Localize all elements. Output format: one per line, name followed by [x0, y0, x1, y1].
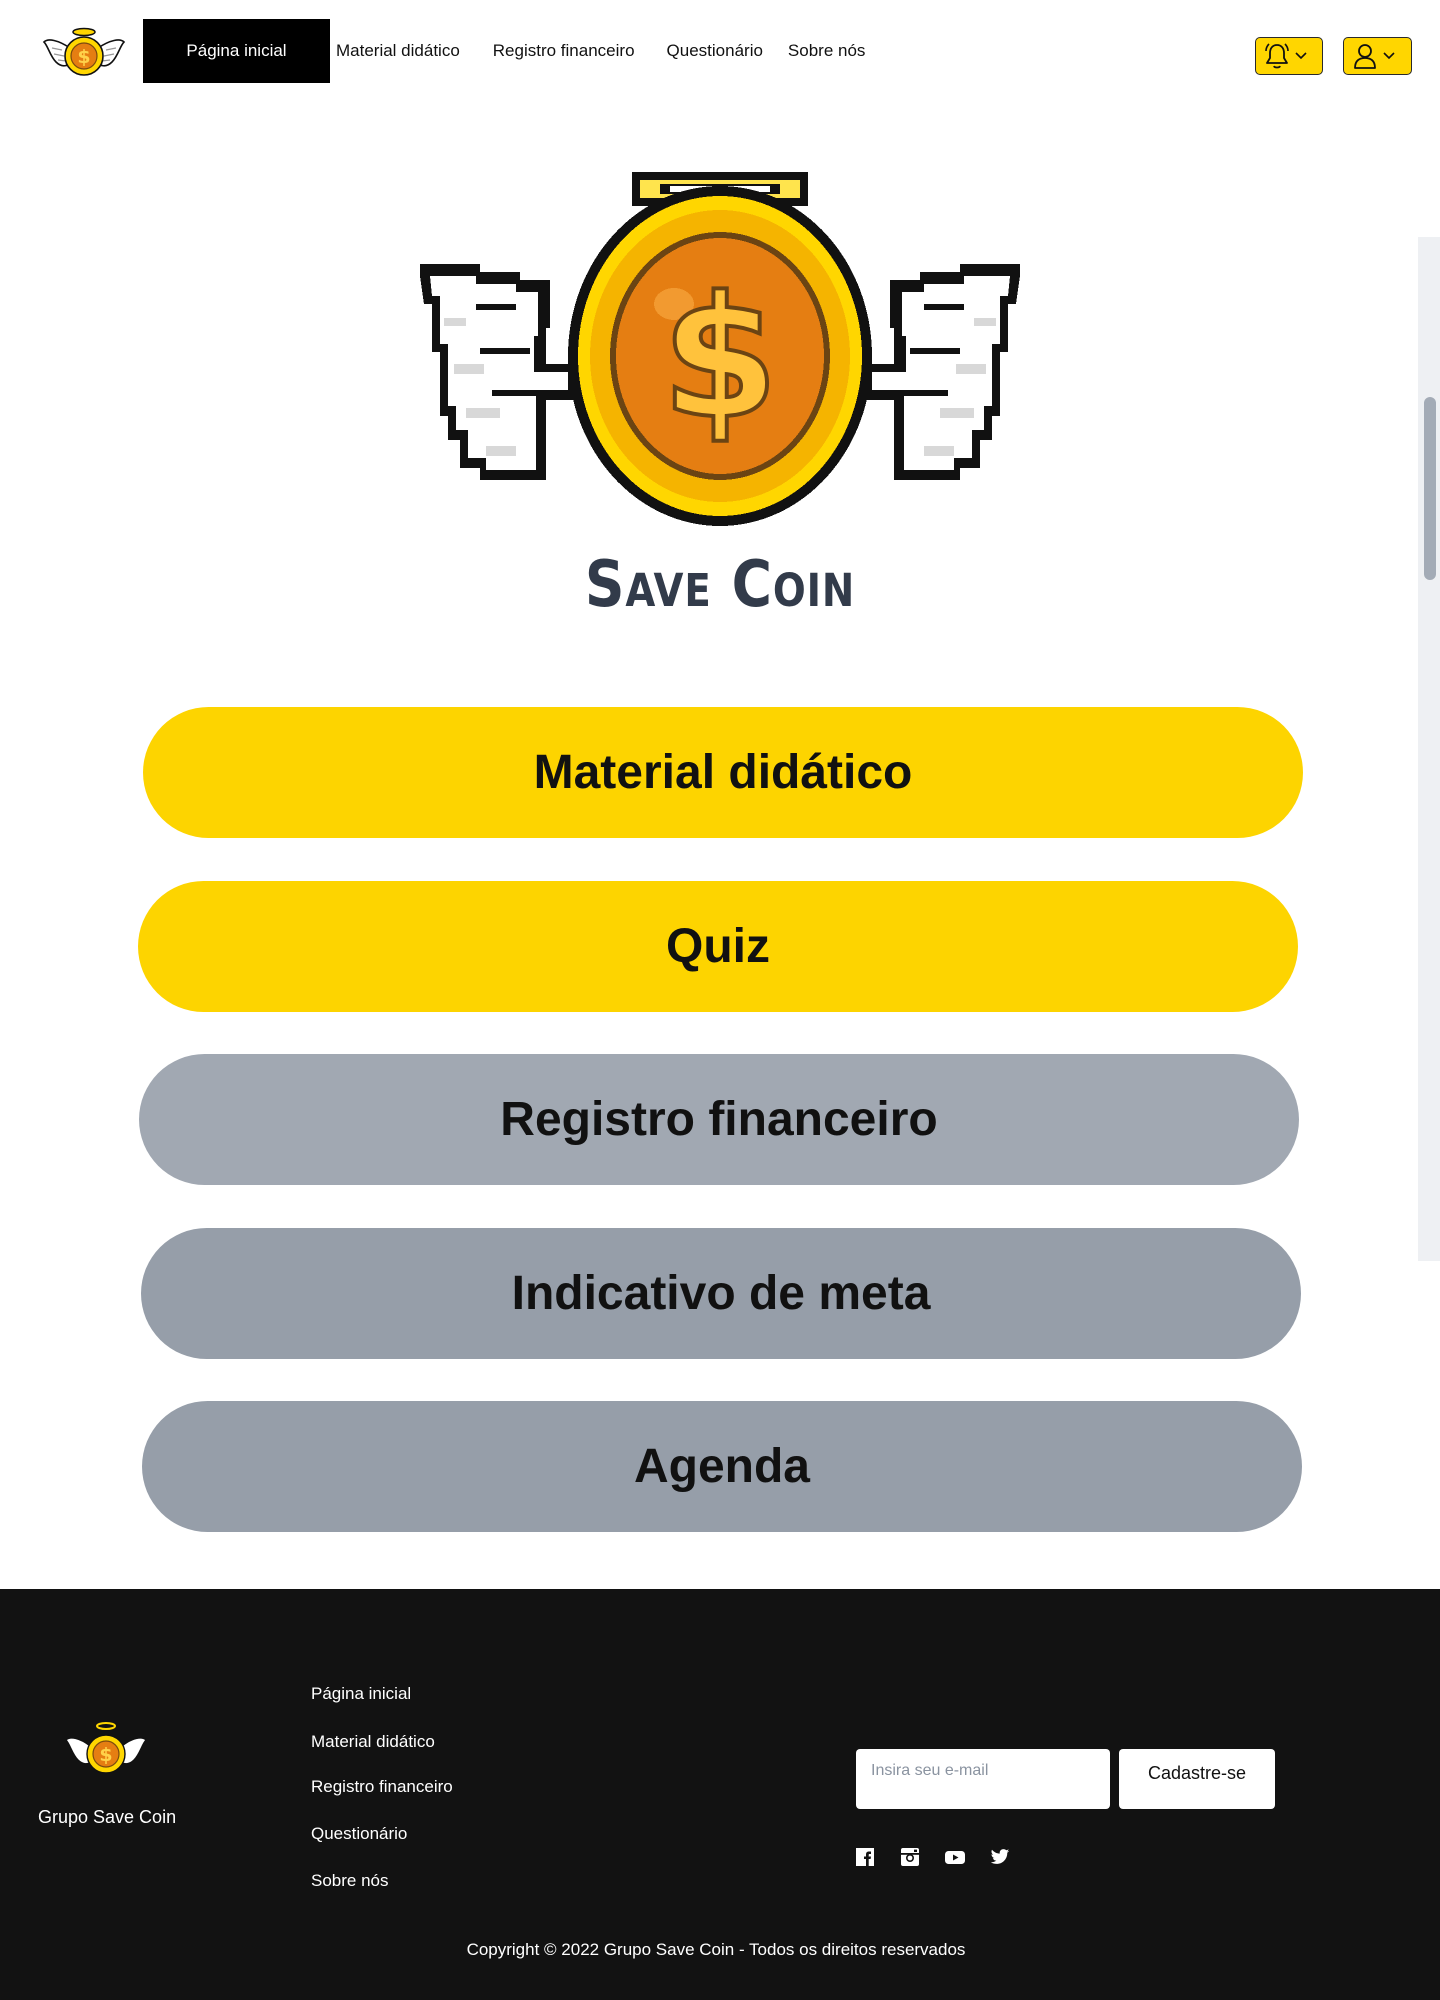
footer-link-material-didatico[interactable]: Material didático	[311, 1732, 453, 1777]
footer-link-sobre-nos[interactable]: Sobre nós	[311, 1871, 453, 1918]
nav-material-didatico[interactable]: Material didático	[336, 41, 460, 61]
profile-button[interactable]	[1343, 37, 1412, 75]
save-coin-logo-icon[interactable]: $	[42, 26, 126, 80]
social-links	[855, 1847, 1010, 1867]
svg-text:$: $	[662, 260, 779, 456]
twitter-icon[interactable]	[990, 1847, 1010, 1867]
footer-link-registro-financeiro[interactable]: Registro financeiro	[311, 1777, 453, 1824]
svg-text:$: $	[77, 46, 90, 68]
nav-questionario[interactable]: Questionário	[667, 41, 763, 61]
user-icon	[1354, 44, 1376, 69]
bell-icon	[1265, 43, 1289, 69]
agenda-button[interactable]: Agenda	[142, 1401, 1302, 1532]
nav-home[interactable]: Página inicial	[143, 19, 330, 83]
quiz-button[interactable]: Quiz	[138, 881, 1298, 1012]
winged-coin-halo-logo-icon: $	[420, 172, 1020, 526]
main-nav: Página inicial Material didático Registr…	[143, 19, 865, 83]
nav-registro-financeiro[interactable]: Registro financeiro	[493, 41, 635, 61]
email-input[interactable]	[856, 1749, 1110, 1809]
svg-text:$: $	[99, 1744, 112, 1766]
registro-financeiro-button[interactable]: Registro financeiro	[139, 1054, 1299, 1185]
footer-brand: Grupo Save Coin	[38, 1807, 177, 1827]
instagram-icon[interactable]	[900, 1847, 920, 1867]
scrollbar-thumb[interactable]	[1424, 397, 1436, 580]
site-footer: $ Grupo Save Coin Página inicial Materia…	[0, 1589, 1440, 2000]
footer-link-home[interactable]: Página inicial	[311, 1684, 453, 1732]
site-header: $ Página inicial Material didático Regis…	[0, 0, 1440, 100]
brand-title: Save Coin	[584, 548, 856, 622]
nav-sobre-nos[interactable]: Sobre nós	[788, 41, 866, 61]
signup-button[interactable]: Cadastre-se	[1119, 1749, 1275, 1809]
youtube-icon[interactable]	[945, 1847, 965, 1867]
save-coin-logo-icon[interactable]: $	[64, 1720, 148, 1780]
scrollbar-track[interactable]	[1418, 237, 1440, 1261]
facebook-icon[interactable]	[855, 1847, 875, 1867]
copyright-text: Copyright © 2022 Grupo Save Coin - Todos…	[466, 1940, 966, 1959]
chevron-down-icon	[1295, 52, 1307, 60]
footer-links: Página inicial Material didático Registr…	[311, 1684, 453, 1918]
chevron-down-icon	[1383, 52, 1395, 60]
notifications-button[interactable]	[1255, 37, 1323, 75]
indicativo-de-meta-button[interactable]: Indicativo de meta	[141, 1228, 1301, 1359]
material-didatico-button[interactable]: Material didático	[143, 707, 1303, 838]
footer-link-questionario[interactable]: Questionário	[311, 1824, 453, 1871]
